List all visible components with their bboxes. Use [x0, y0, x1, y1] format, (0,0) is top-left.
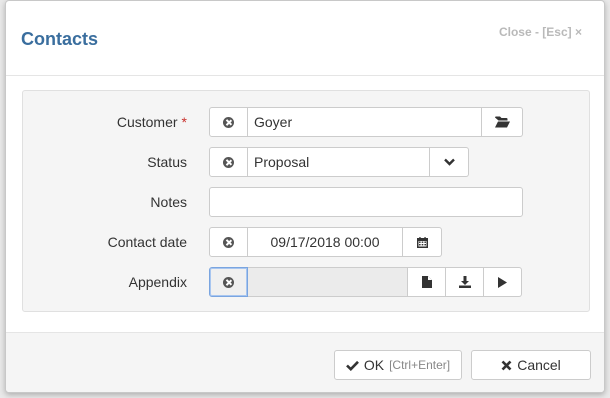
contact-date-control: 09/17/2018 00:00	[209, 227, 442, 257]
dialog-header: Contacts Close - [Esc] ×	[6, 1, 604, 76]
status-dropdown-button[interactable]	[430, 147, 469, 177]
notes-input[interactable]	[209, 187, 523, 217]
appendix-play-button[interactable]	[484, 267, 522, 297]
customer-clear-button[interactable]	[209, 107, 248, 137]
contacts-dialog: Contacts Close - [Esc] × Customer * Goyer	[5, 0, 605, 393]
chevron-down-icon	[443, 158, 455, 166]
times-circle-icon	[223, 156, 234, 168]
cancel-label: Cancel	[517, 357, 561, 373]
close-button[interactable]: Close - [Esc] ×	[499, 25, 582, 39]
download-icon	[458, 276, 471, 288]
calendar-icon	[416, 236, 428, 248]
notes-row: Notes	[23, 187, 589, 217]
status-row: Status Proposal	[23, 147, 589, 177]
status-clear-button[interactable]	[209, 147, 248, 177]
customer-browse-button[interactable]	[482, 107, 523, 137]
customer-control: Goyer	[209, 107, 523, 137]
appendix-label: Appendix	[128, 274, 187, 290]
appendix-control	[209, 267, 522, 297]
contact-date-input[interactable]: 09/17/2018 00:00	[248, 227, 403, 257]
check-icon	[345, 360, 359, 371]
file-icon	[421, 276, 432, 288]
dialog-footer: OK [Ctrl+Enter] Cancel	[6, 332, 604, 392]
customer-label: Customer *	[116, 114, 187, 130]
appendix-clear-button[interactable]	[209, 267, 248, 297]
ok-label: OK	[363, 357, 385, 373]
cancel-button[interactable]: Cancel	[471, 350, 591, 380]
notes-label: Notes	[150, 194, 187, 210]
contact-date-row: Contact date 09/17/2018 00:00	[23, 227, 589, 257]
customer-field[interactable]: Goyer	[248, 107, 482, 137]
calendar-button[interactable]	[403, 227, 442, 257]
form-panel: Customer * Goyer Status Proposal Notes C…	[22, 90, 590, 312]
ok-button[interactable]: OK [Ctrl+Enter]	[334, 350, 462, 380]
appendix-row: Appendix	[23, 267, 589, 297]
play-icon	[498, 276, 507, 288]
folder-open-icon	[494, 116, 510, 128]
appendix-file-button[interactable]	[408, 267, 446, 297]
ok-shortcut-hint: [Ctrl+Enter]	[389, 358, 451, 372]
status-label: Status	[147, 154, 187, 170]
contact-date-label: Contact date	[107, 234, 187, 250]
times-circle-icon	[223, 116, 234, 128]
status-control: Proposal	[209, 147, 469, 177]
appendix-download-button[interactable]	[446, 267, 484, 297]
times-circle-icon	[223, 236, 234, 248]
appendix-field[interactable]	[248, 267, 408, 297]
contact-date-clear-button[interactable]	[209, 227, 248, 257]
customer-row: Customer * Goyer	[23, 107, 589, 137]
required-marker: *	[181, 114, 187, 130]
status-select[interactable]: Proposal	[248, 147, 430, 177]
times-icon	[501, 360, 512, 370]
dialog-title: Contacts	[21, 29, 99, 49]
times-circle-icon	[223, 276, 234, 288]
